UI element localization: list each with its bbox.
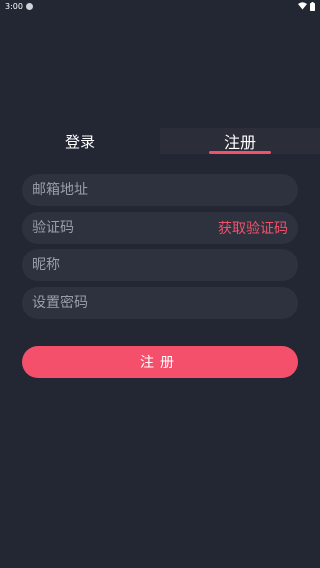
nickname-field-container: [22, 249, 298, 281]
get-code-button[interactable]: 获取验证码: [218, 218, 288, 238]
password-input[interactable]: [32, 295, 288, 311]
register-button[interactable]: 注册: [22, 346, 298, 378]
wifi-icon: [298, 2, 307, 10]
auth-tabs: 登录 注册: [0, 128, 320, 154]
tab-register[interactable]: 注册: [160, 128, 320, 154]
nickname-input[interactable]: [32, 257, 288, 273]
notification-dot-icon: [25, 2, 33, 10]
email-input[interactable]: [32, 182, 288, 198]
tab-login-label: 登录: [64, 132, 95, 151]
status-bar: 3:00: [0, 0, 320, 12]
battery-icon: [310, 1, 315, 11]
tab-login[interactable]: 登录: [0, 128, 160, 154]
status-right: [298, 1, 315, 11]
password-field-container: [22, 287, 298, 319]
active-tab-indicator: [209, 151, 271, 154]
status-time: 3:00: [5, 1, 23, 11]
tab-register-label: 注册: [223, 133, 256, 152]
code-field-container: 获取验证码: [22, 212, 298, 244]
email-field-container: [22, 174, 298, 206]
status-left: 3:00: [5, 2, 33, 11]
verification-code-input[interactable]: [32, 220, 212, 236]
